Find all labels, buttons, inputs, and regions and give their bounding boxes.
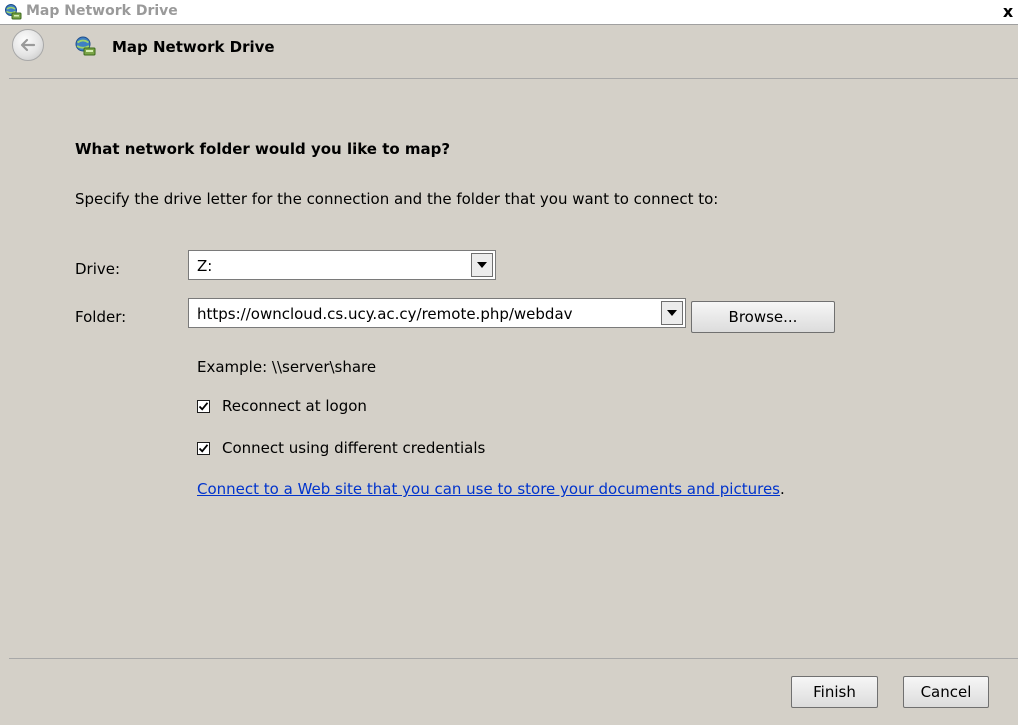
wizard-footer: Finish Cancel [9, 659, 1018, 725]
wizard-content: What network folder would you like to ma… [9, 78, 1018, 659]
finish-button[interactable]: Finish [791, 676, 878, 708]
wizard-title: Map Network Drive [112, 38, 275, 56]
example-text: Example: \\server\share [197, 358, 377, 376]
checkmark-icon [198, 401, 209, 411]
wizard-header: Map Network Drive [0, 25, 1018, 69]
web-site-link-row: Connect to a Web site that you can use t… [197, 480, 785, 498]
dropdown-arrow-icon[interactable] [471, 253, 493, 277]
back-button[interactable] [12, 29, 44, 61]
folder-label: Folder: [75, 308, 127, 326]
browse-button[interactable]: Browse... [691, 301, 835, 333]
folder-input[interactable]: https://owncloud.cs.ucy.ac.cy/remote.php… [188, 298, 686, 328]
window-title: Map Network Drive [26, 3, 178, 19]
folder-value: https://owncloud.cs.ucy.ac.cy/remote.php… [197, 305, 573, 323]
drive-value: Z: [197, 257, 213, 275]
drive-select[interactable]: Z: [188, 250, 496, 280]
link-suffix: . [780, 480, 785, 498]
network-drive-icon [74, 35, 96, 57]
page-heading: What network folder would you like to ma… [75, 140, 451, 158]
reconnect-checkbox[interactable] [197, 399, 210, 413]
checkmark-icon [198, 443, 209, 453]
instruction-text: Specify the drive letter for the connect… [75, 190, 719, 208]
reconnect-label: Reconnect at logon [222, 397, 367, 415]
reconnect-option[interactable]: Reconnect at logon [197, 396, 367, 416]
back-arrow-icon [20, 38, 36, 52]
network-drive-icon [4, 3, 22, 21]
title-bar: Map Network Drive x [0, 0, 1018, 25]
drive-label: Drive: [75, 260, 121, 278]
credentials-label: Connect using different credentials [222, 439, 486, 457]
cancel-button[interactable]: Cancel [903, 676, 989, 708]
credentials-option[interactable]: Connect using different credentials [197, 438, 485, 458]
close-button[interactable]: x [998, 2, 1018, 22]
credentials-checkbox[interactable] [197, 441, 210, 455]
web-site-link[interactable]: Connect to a Web site that you can use t… [197, 480, 780, 498]
dropdown-arrow-icon[interactable] [661, 301, 683, 325]
